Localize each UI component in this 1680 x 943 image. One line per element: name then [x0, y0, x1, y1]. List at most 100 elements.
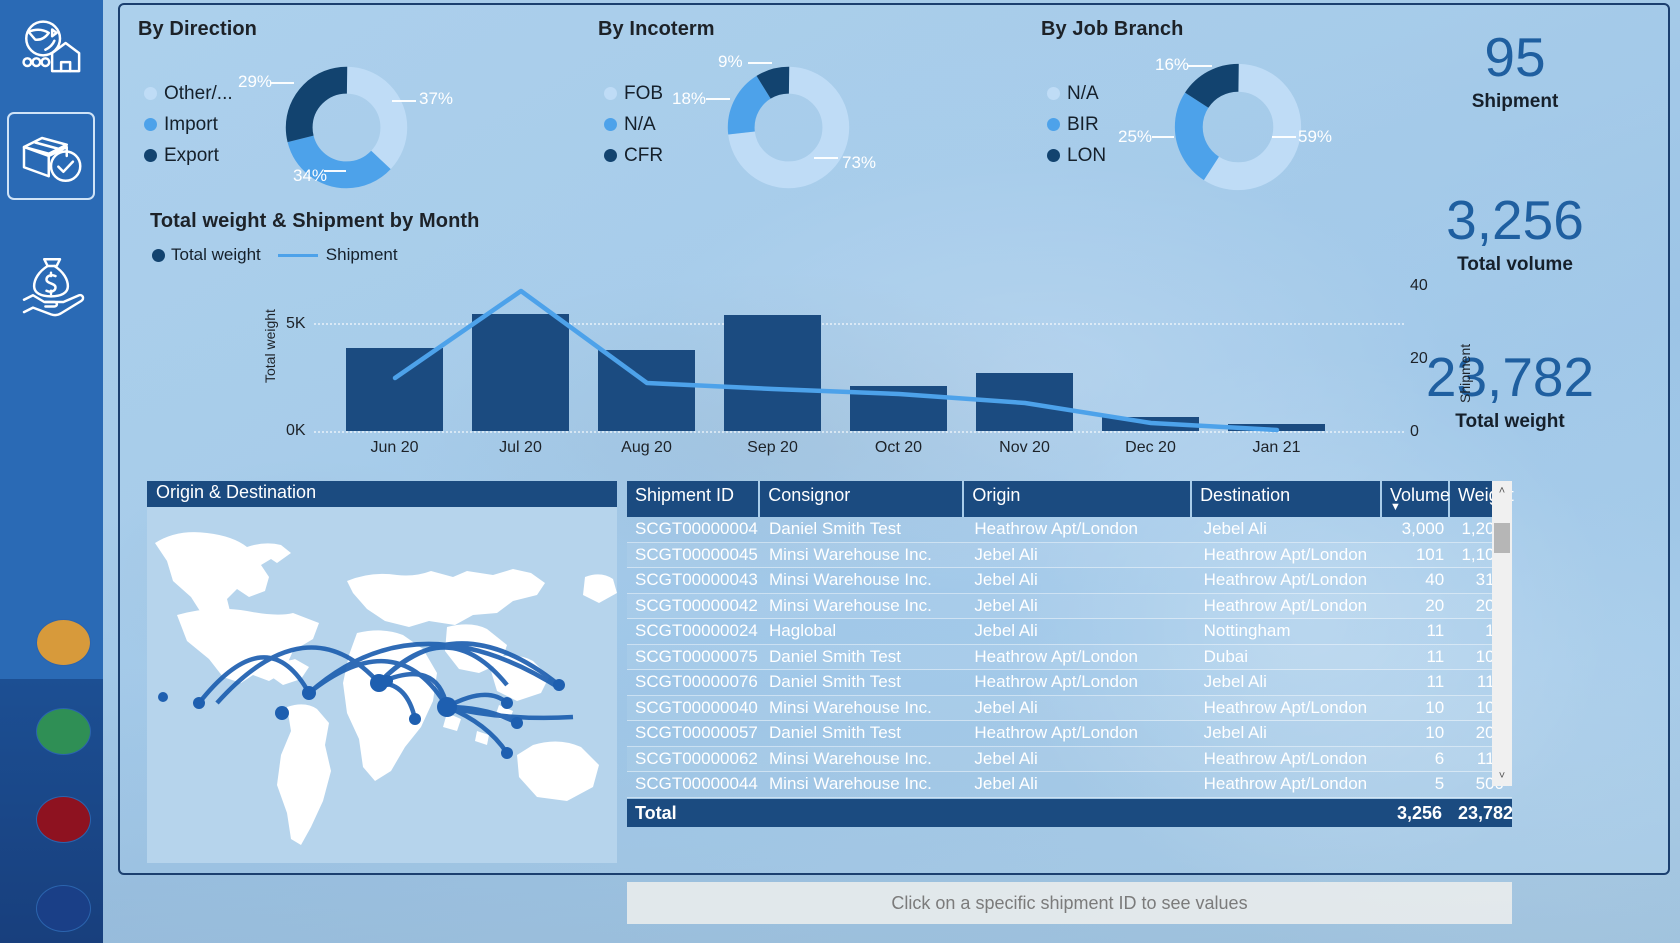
leader-line: [1152, 136, 1174, 138]
leader-line: [324, 170, 346, 172]
sort-descending-icon[interactable]: ▼: [1390, 501, 1401, 513]
package-check-icon[interactable]: [7, 112, 95, 200]
bar-aug-20[interactable]: [598, 350, 695, 431]
map-title: Origin & Destination: [147, 481, 617, 507]
legend-item[interactable]: FOB: [604, 78, 663, 109]
globe-house-icon[interactable]: [7, 8, 95, 96]
status-dot-red[interactable]: [36, 796, 91, 843]
cell-destination: Jebel Ali: [1203, 723, 1267, 743]
map-canvas[interactable]: [147, 507, 617, 863]
table-row[interactable]: SCGT00000044 Minsi Warehouse Inc. Jebel Al…: [627, 772, 1512, 798]
cell-consignor: Daniel Smith Test: [769, 723, 901, 743]
cell-origin: Jebel Ali: [974, 774, 1038, 794]
table-row[interactable]: SCGT00000075 Daniel Smith Test Heathrow Ap…: [627, 644, 1512, 670]
by-incoterm-donut[interactable]: [726, 65, 851, 195]
legend-label: BIR: [1067, 113, 1099, 135]
cell-volume: 20: [1425, 595, 1445, 615]
cell-consignor: Minsi Warehouse Inc.: [769, 697, 932, 717]
scrollbar-thumb[interactable]: [1494, 523, 1510, 553]
table-row[interactable]: SCGT00000057 Daniel Smith Test Heathrow Ap…: [627, 721, 1512, 747]
cell-volume: 11: [1426, 672, 1445, 692]
kpi-value: 95: [1484, 26, 1546, 88]
donut-label-pct: 9%: [718, 52, 743, 71]
by-job-branch-title: By Job Branch: [1041, 18, 1184, 40]
bar-oct-20[interactable]: [850, 386, 947, 431]
cell-shipment-id: SCGT00000057: [635, 723, 758, 743]
bar-dec-20[interactable]: [1102, 417, 1199, 431]
table-scrollbar[interactable]: ˄ ˅: [1492, 481, 1512, 786]
status-dot-orange[interactable]: [36, 619, 91, 666]
y-axis-left-tick: 5K: [286, 315, 306, 332]
table-row[interactable]: SCGT00000024 Haglobal Jebel Ali Nottingham 1…: [627, 619, 1512, 645]
by-incoterm-legend: FOB N/A CFR: [604, 78, 663, 171]
cell-destination: Heathrow Apt/London: [1203, 595, 1368, 615]
cell-destination: Heathrow Apt/London: [1203, 774, 1368, 794]
donut-chart-jobbranch[interactable]: [1173, 62, 1303, 192]
legend-swatch-icon: [144, 87, 157, 100]
table-row[interactable]: SCGT00000062 Minsi Warehouse Inc. Jebel Al…: [627, 746, 1512, 772]
cell-volume: 40: [1425, 570, 1445, 590]
legend-swatch-icon: [1047, 87, 1060, 100]
legend-item[interactable]: Total weight: [152, 245, 261, 265]
column-header-shipment-id[interactable]: Shipment ID: [627, 481, 761, 517]
legend-item[interactable]: Import: [144, 109, 233, 140]
legend-swatch-icon: [1047, 149, 1060, 162]
table-row[interactable]: SCGT00000045 Minsi Warehouse Inc. Jebel Al…: [627, 542, 1512, 568]
kpi-caption: Shipment: [1471, 91, 1559, 112]
status-dot-blue[interactable]: [36, 885, 91, 932]
y-axis-right-tick: 40: [1410, 277, 1428, 294]
donut-label-pct: 34%: [293, 166, 328, 185]
bar-nov-20[interactable]: [976, 373, 1073, 431]
combo-chart[interactable]: Total weight 5K 0K Shipment 40 20 0 Jun …: [252, 203, 1482, 471]
cell-origin: Heathrow Apt/London: [974, 672, 1138, 692]
cell-volume: 3,000: [1401, 519, 1445, 539]
legend-label: Other/...: [164, 82, 233, 104]
money-bag-hand-icon[interactable]: [7, 240, 95, 328]
x-axis-tick: Aug 20: [621, 439, 672, 456]
status-dot-green[interactable]: [36, 708, 91, 755]
cell-volume: 6: [1434, 748, 1445, 768]
cell-consignor: Minsi Warehouse Inc.: [769, 544, 932, 564]
column-header-destination[interactable]: Destination: [1192, 481, 1382, 517]
legend-item[interactable]: N/A: [604, 109, 663, 140]
bar-jun-20[interactable]: [346, 348, 443, 431]
world-map-svg[interactable]: [147, 507, 617, 863]
x-axis-tick: Sep 20: [747, 439, 798, 456]
legend-swatch-icon: [144, 118, 157, 131]
legend-item[interactable]: BIR: [1047, 109, 1106, 140]
legend-item[interactable]: LON: [1047, 140, 1106, 171]
legend-item[interactable]: Export: [144, 140, 233, 171]
scroll-up-icon[interactable]: ˄: [1492, 481, 1512, 501]
legend-item[interactable]: Other/...: [144, 78, 233, 109]
legend-item[interactable]: CFR: [604, 140, 663, 171]
bar-sep-20[interactable]: [724, 315, 821, 431]
table-body[interactable]: SCGT00000004 Daniel Smith Test Heathrow Ap…: [627, 517, 1512, 799]
scroll-down-icon[interactable]: ˅: [1492, 766, 1512, 786]
table-row[interactable]: SCGT00000042 Minsi Warehouse Inc. Jebel Al…: [627, 593, 1512, 619]
donut-chart-incoterm[interactable]: [726, 65, 851, 190]
table-row[interactable]: SCGT00000040 Minsi Warehouse Inc. Jebel Al…: [627, 695, 1512, 721]
column-header-consignor[interactable]: Consignor: [760, 481, 965, 517]
legend-item[interactable]: N/A: [1047, 78, 1106, 109]
legend-swatch-icon: [1047, 118, 1060, 131]
legend-swatch-icon: [144, 149, 157, 162]
cell-shipment-id: SCGT00000044: [635, 774, 758, 794]
column-header-origin[interactable]: Origin: [964, 481, 1193, 517]
bar-jul-20[interactable]: [472, 314, 569, 431]
cell-volume: 10: [1425, 723, 1445, 743]
bar-jan-21[interactable]: [1228, 424, 1325, 431]
shipments-table[interactable]: Shipment ID Consignor Origin Destination…: [627, 481, 1514, 827]
table-row[interactable]: SCGT00000076 Daniel Smith Test Heathrow Ap…: [627, 670, 1512, 696]
by-job-branch-donut[interactable]: [1173, 62, 1303, 197]
cell-origin: Heathrow Apt/London: [974, 646, 1138, 666]
table-row[interactable]: SCGT00000043 Minsi Warehouse Inc. Jebel Al…: [627, 568, 1512, 594]
column-header-volume[interactable]: Volume ▼: [1382, 481, 1450, 517]
by-job-branch-legend: N/A BIR LON: [1047, 78, 1106, 171]
table-row[interactable]: SCGT00000004 Daniel Smith Test Heathrow Ap…: [627, 517, 1512, 543]
origin-destination-map[interactable]: Origin & Destination: [147, 481, 617, 863]
cell-consignor: Haglobal: [769, 621, 837, 641]
legend-swatch-icon: [604, 87, 617, 100]
cell-consignor: Minsi Warehouse Inc.: [769, 774, 932, 794]
legend-label: CFR: [624, 144, 664, 166]
cell-destination: Jebel Ali: [1203, 672, 1267, 692]
